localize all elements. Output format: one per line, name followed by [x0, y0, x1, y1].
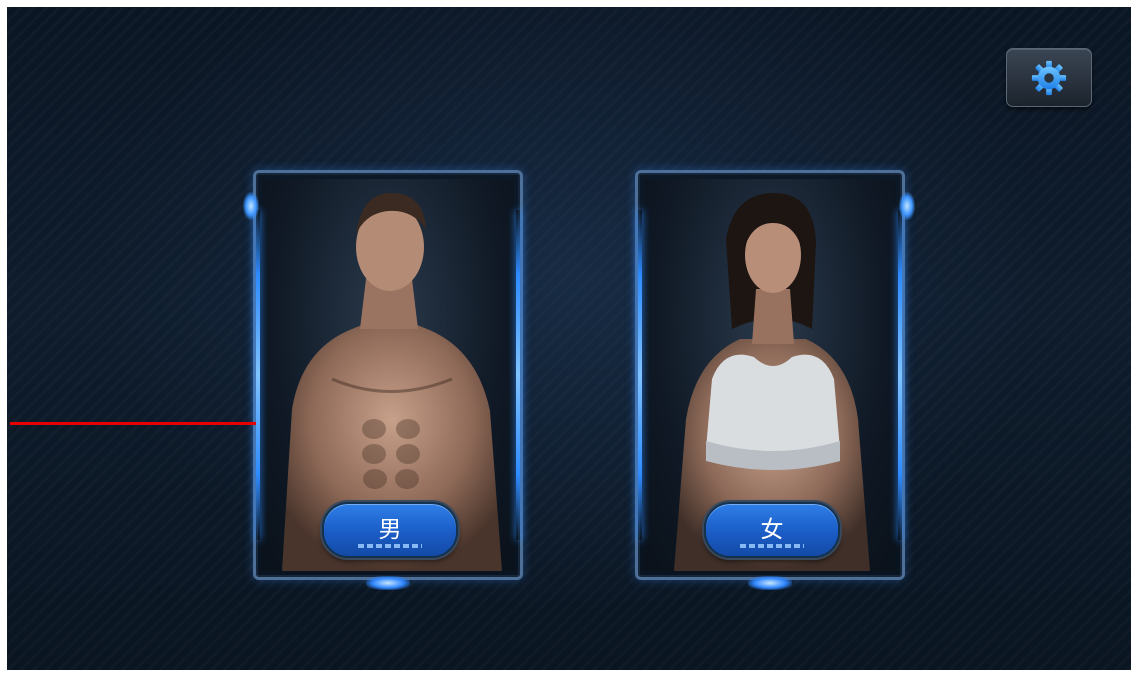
- female-glow-node: [899, 192, 915, 220]
- male-glow-node: [243, 192, 259, 220]
- male-bottom-glow: [366, 576, 410, 590]
- gear-icon: [1031, 60, 1067, 95]
- female-right-rail: [898, 210, 902, 540]
- male-button-dashes: [358, 544, 422, 548]
- male-button[interactable]: 男: [322, 502, 458, 558]
- male-card[interactable]: 男: [243, 170, 523, 590]
- female-button[interactable]: 女: [704, 502, 840, 558]
- male-left-rail: [256, 210, 260, 540]
- female-bottom-glow: [748, 576, 792, 590]
- male-right-rail: [516, 210, 520, 540]
- female-button-dashes: [740, 544, 804, 548]
- female-card[interactable]: 女: [635, 170, 915, 590]
- male-label: 男: [378, 517, 402, 543]
- female-left-rail: [638, 210, 642, 540]
- female-label: 女: [760, 517, 784, 543]
- settings-button[interactable]: [1006, 48, 1092, 107]
- red-guide-line: [10, 422, 256, 425]
- screen: 男 女: [7, 7, 1131, 670]
